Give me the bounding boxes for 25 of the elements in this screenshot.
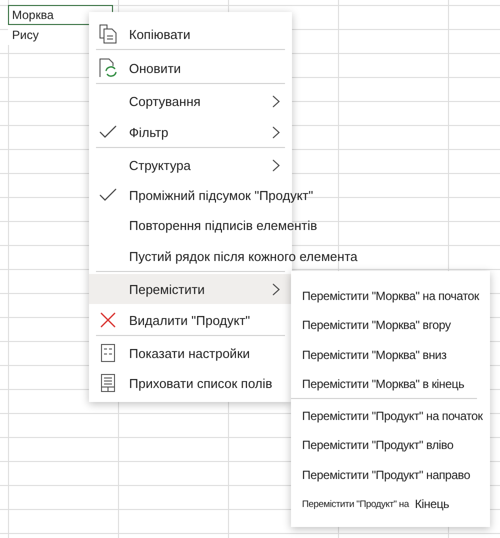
menu-item[interactable]: Перемістити "Продукт" на Кінець [291,490,490,519]
menu-item[interactable]: Перемістити "Морква" вгору [291,310,490,340]
menu-item[interactable]: Перемістити "Продукт" на початок [291,401,490,430]
menu-item[interactable]: Перемістити [89,274,292,304]
refresh-document-icon [99,58,117,78]
menu-item[interactable]: Перемістити "Продукт" вліво [291,430,490,460]
menu-item[interactable]: Перемістити "Морква" на початок [291,281,490,310]
menu-item-label: Кінець [414,497,450,512]
menu-item[interactable]: Сортування [89,86,292,116]
menu-item-label: Перемістити "Продукт" на [302,498,409,510]
menu-item[interactable]: Проміжний підсумок "Продукт" [89,180,326,210]
close-icon [100,312,116,328]
menu-item[interactable]: Перемістити "Продукт" направо [291,460,490,490]
chevron-right-icon [272,126,280,138]
menu-item[interactable]: Перемістити "Морква" вниз [291,340,490,370]
chevron-right-icon [272,158,280,172]
list-icon [101,374,115,392]
menu-item[interactable]: Структура [89,150,292,180]
menu-item[interactable]: Повторення підписів елементів [89,210,330,240]
menu-item[interactable]: Показати настройки [89,338,292,368]
menu-item[interactable]: Приховати список полів [89,368,292,398]
copy-icon [99,24,117,44]
settings-icon [101,344,115,362]
chevron-right-icon [272,282,280,296]
chevron-right-icon [272,94,280,108]
